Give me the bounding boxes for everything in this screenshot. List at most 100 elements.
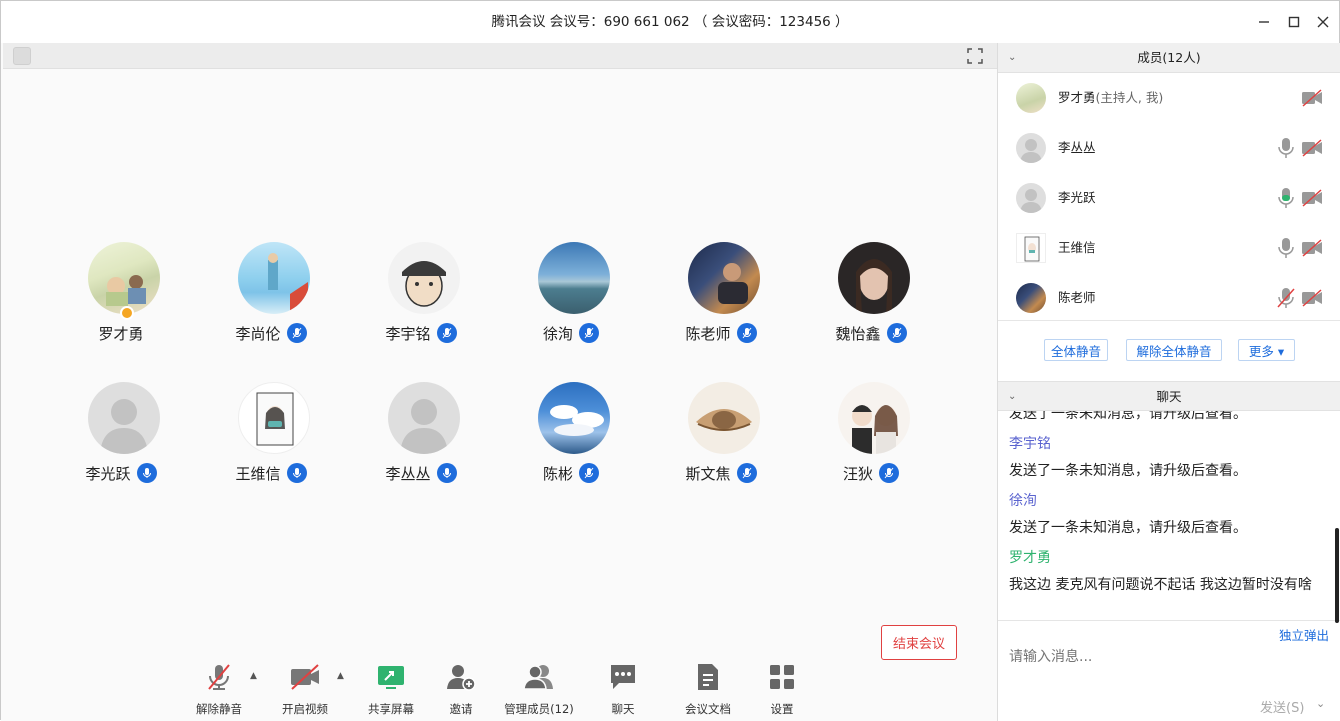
avatar bbox=[538, 382, 610, 454]
participant-tile[interactable]: 李光跃 bbox=[46, 378, 196, 498]
participant-tile[interactable]: 汪狄 bbox=[796, 378, 946, 498]
manage-members-button[interactable]: 管理成员(12) bbox=[501, 661, 577, 719]
divider bbox=[998, 320, 1340, 321]
invite-button[interactable]: 邀请 bbox=[431, 661, 491, 719]
fullscreen-icon[interactable] bbox=[967, 48, 983, 64]
participant-tile[interactable]: 李丛丛 bbox=[346, 378, 496, 498]
mic-icon bbox=[136, 463, 157, 483]
maximize-button[interactable] bbox=[1281, 9, 1307, 35]
mic-muted-icon bbox=[579, 323, 599, 343]
member-row[interactable]: 陈老师 bbox=[998, 273, 1340, 323]
share-screen-button[interactable]: 共享屏幕 bbox=[361, 661, 421, 719]
participant-tile[interactable]: 徐洵 bbox=[496, 238, 646, 358]
chat-panel-header[interactable]: ⌄ 聊天 bbox=[998, 381, 1340, 411]
participant-name: 李光跃 bbox=[85, 464, 131, 483]
settings-grid-icon bbox=[770, 665, 794, 689]
end-meeting-button[interactable]: 结束会议 bbox=[881, 625, 957, 660]
chat-input[interactable] bbox=[1009, 645, 1329, 669]
participant-tile[interactable]: 魏怡鑫 bbox=[796, 238, 946, 358]
participant-tile[interactable]: 陈老师 bbox=[646, 238, 796, 358]
send-options-chevron-icon[interactable]: ⌄ bbox=[1316, 697, 1325, 710]
mic-muted-icon bbox=[736, 463, 757, 483]
participant-name: 魏怡鑫 bbox=[835, 324, 881, 343]
members-panel-header[interactable]: ⌄ 成员(12人) bbox=[998, 43, 1340, 73]
camera-off-icon[interactable] bbox=[1301, 289, 1323, 307]
participant-name: 徐洵 bbox=[542, 324, 573, 343]
member-name: 王维信 bbox=[1058, 240, 1096, 255]
meeting-toolbar bbox=[1, 653, 997, 721]
mic-muted-icon bbox=[208, 664, 230, 690]
chat-scrollbar[interactable] bbox=[1335, 528, 1339, 623]
audio-options-caret-icon[interactable]: ▲ bbox=[250, 671, 257, 681]
shield-icon[interactable] bbox=[13, 47, 31, 65]
mic-muted-icon bbox=[436, 323, 457, 343]
member-row[interactable]: 罗才勇(主持人, 我) bbox=[998, 73, 1340, 123]
mic-icon bbox=[286, 463, 307, 483]
participant-tile[interactable]: 王维信 bbox=[196, 378, 346, 498]
participant-tile[interactable]: 斯文焦 bbox=[646, 378, 796, 498]
chat-button[interactable]: 聊天 bbox=[593, 661, 653, 719]
share-screen-label: 共享屏幕 bbox=[368, 702, 414, 716]
mic-icon[interactable] bbox=[1276, 237, 1296, 259]
mic-muted-icon[interactable] bbox=[1276, 287, 1296, 309]
member-name: 李丛丛 bbox=[1058, 140, 1096, 155]
unmute-all-button[interactable]: 解除全体静音 bbox=[1126, 339, 1222, 361]
avatar bbox=[1016, 183, 1046, 213]
chevron-down-icon[interactable]: ⌄ bbox=[1008, 43, 1016, 73]
send-button[interactable]: 发送(S) bbox=[1260, 697, 1304, 716]
mic-icon[interactable] bbox=[1276, 137, 1296, 159]
unmute-button[interactable]: 解除静音 bbox=[189, 661, 249, 719]
chat-label: 聊天 bbox=[611, 702, 635, 716]
member-row[interactable]: 李丛丛 bbox=[998, 123, 1340, 173]
unmute-label: 解除静音 bbox=[196, 702, 242, 716]
participant-tile[interactable]: 罗才勇 bbox=[46, 238, 196, 358]
participant-tile[interactable]: 陈彬 bbox=[496, 378, 646, 498]
avatar bbox=[388, 382, 460, 454]
avatar bbox=[88, 242, 160, 314]
title-bar: 腾讯会议 会议号：690 661 062 （ 会议密码：123456 ） bbox=[1, 1, 1339, 43]
camera-off-icon[interactable] bbox=[1301, 189, 1323, 207]
maximize-icon bbox=[1288, 16, 1300, 28]
member-role: (主持人, 我) bbox=[1095, 90, 1164, 105]
chat-message-text: 发送了一条未知消息，请升级后查看。 bbox=[1009, 411, 1247, 422]
avatar bbox=[1016, 233, 1046, 263]
members-icon bbox=[523, 665, 553, 690]
chat-panel-title: 聊天 bbox=[1156, 389, 1182, 404]
camera-off-icon[interactable] bbox=[1301, 139, 1323, 157]
avatar bbox=[1016, 133, 1046, 163]
mute-all-button[interactable]: 全体静音 bbox=[1044, 339, 1108, 361]
chevron-down-icon[interactable]: ⌄ bbox=[1008, 382, 1016, 412]
popout-link[interactable]: 独立弹出 bbox=[1279, 625, 1329, 644]
meeting-docs-label: 会议文档 bbox=[685, 702, 731, 716]
meeting-docs-button[interactable]: 会议文档 bbox=[678, 661, 738, 719]
settings-button[interactable]: 设置 bbox=[752, 661, 812, 719]
avatar bbox=[1016, 283, 1046, 313]
participant-name: 李宇铭 bbox=[385, 324, 431, 343]
participant-name: 斯文焦 bbox=[685, 464, 731, 483]
participant-tile[interactable]: 李宇铭 bbox=[346, 238, 496, 358]
camera-off-icon[interactable] bbox=[1301, 89, 1323, 107]
mic-muted-icon bbox=[886, 323, 907, 343]
member-row[interactable]: 李光跃 bbox=[998, 173, 1340, 223]
minimize-button[interactable] bbox=[1251, 9, 1277, 35]
chat-sender: 徐洵 bbox=[1009, 493, 1037, 509]
avatar bbox=[838, 242, 910, 314]
close-button[interactable] bbox=[1310, 9, 1336, 35]
more-button[interactable]: 更多 ▾ bbox=[1238, 339, 1295, 361]
mic-active-icon[interactable] bbox=[1276, 187, 1296, 209]
participant-tile[interactable]: 李尚伦 bbox=[196, 238, 346, 358]
settings-label: 设置 bbox=[770, 702, 794, 716]
participant-name: 陈彬 bbox=[542, 464, 573, 483]
member-name: 李光跃 bbox=[1058, 190, 1096, 205]
video-options-caret-icon[interactable]: ▲ bbox=[337, 671, 344, 681]
camera-off-icon[interactable] bbox=[1301, 239, 1323, 257]
chat-message-text: 发送了一条未知消息，请升级后查看。 bbox=[1009, 463, 1247, 479]
members-panel-title: 成员(12人) bbox=[1137, 50, 1201, 65]
member-row[interactable]: 王维信 bbox=[998, 223, 1340, 273]
chat-message-text: 我这边 麦克风有问题说不起话 我这边暂时没有啥 bbox=[1009, 577, 1312, 593]
start-video-button[interactable]: 开启视频 bbox=[275, 661, 335, 719]
mic-muted-icon bbox=[736, 323, 757, 343]
participant-name: 李丛丛 bbox=[385, 464, 431, 483]
participant-name: 罗才勇 bbox=[98, 324, 144, 343]
document-icon bbox=[698, 664, 718, 690]
